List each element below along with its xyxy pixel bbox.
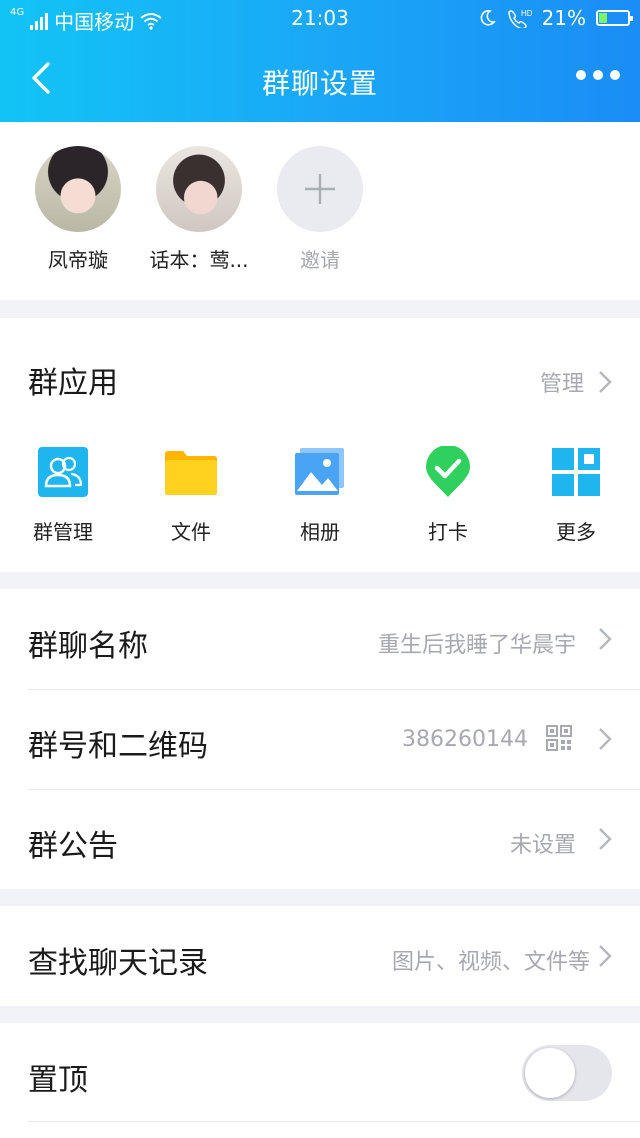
divider <box>28 1121 640 1122</box>
pin-row: 置顶 <box>0 1023 640 1123</box>
avatar[interactable] <box>156 146 242 232</box>
qr-code-icon <box>546 725 572 751</box>
app-label: 打卡 <box>428 520 468 544</box>
app-label: 相册 <box>300 520 340 544</box>
pin-label: 置顶 <box>28 1063 88 1098</box>
header: 4G 中国移动 21:03 HD 21% 群聊设置 <box>0 0 640 122</box>
svg-text:HD: HD <box>521 9 532 18</box>
search-history-section: 查找聊天记录 图片、视频、文件等 <box>0 906 640 1006</box>
pin-section: 置顶 <box>0 1023 640 1138</box>
group-name-row[interactable]: 群聊名称 重生后我睡了华晨宇 <box>0 589 640 689</box>
more-grid-icon <box>552 448 600 496</box>
member-list: 凤帝璇 话本：莺... 邀请 <box>0 122 640 300</box>
group-name-value: 重生后我睡了华晨宇 <box>377 633 576 658</box>
chevron-right-icon <box>599 828 612 850</box>
battery-icon <box>596 10 633 26</box>
page-title: 群聊设置 <box>261 67 378 100</box>
app-checkin[interactable]: 打卡 <box>398 445 498 545</box>
group-number-label: 群号和二维码 <box>28 729 208 764</box>
nav-bar: 群聊设置 <box>0 48 640 110</box>
group-notice-row[interactable]: 群公告 未设置 <box>0 789 640 889</box>
group-manage-icon <box>38 447 88 497</box>
manage-label: 管理 <box>539 372 584 397</box>
album-icon <box>295 448 344 495</box>
app-label: 更多 <box>556 520 596 544</box>
invite-label: 邀请 <box>300 248 340 272</box>
more-menu-icon[interactable] <box>576 70 620 80</box>
group-notice-label: 群公告 <box>28 829 118 864</box>
app-group-manage[interactable]: 群管理 <box>13 446 113 545</box>
manage-apps-button[interactable]: 管理 <box>540 366 612 398</box>
invite-member-button[interactable]: 邀请 <box>265 146 375 273</box>
member-item[interactable]: 话本：莺... <box>144 146 254 273</box>
folder-icon <box>165 451 217 495</box>
pin-toggle[interactable] <box>522 1045 612 1101</box>
chevron-right-icon <box>599 371 612 393</box>
avatar[interactable] <box>35 146 121 232</box>
search-history-hint: 图片、视频、文件等 <box>391 950 590 975</box>
moon-icon <box>480 10 496 26</box>
app-label: 文件 <box>171 520 211 544</box>
group-notice-value: 未设置 <box>509 833 576 858</box>
status-bar: 4G 中国移动 21:03 HD 21% <box>0 0 640 34</box>
group-number-value: 386260144 <box>402 727 528 752</box>
chevron-right-icon <box>599 628 612 650</box>
plus-icon[interactable] <box>277 146 363 232</box>
checkin-icon <box>426 445 470 497</box>
chevron-right-icon <box>599 945 612 967</box>
group-name-label: 群聊名称 <box>28 629 148 664</box>
group-number-row[interactable]: 群号和二维码 386260144 <box>0 689 640 789</box>
group-apps-title: 群应用 <box>28 366 118 401</box>
member-item[interactable]: 凤帝璇 <box>23 146 133 273</box>
app-label: 群管理 <box>33 520 93 544</box>
battery-percent: 21% <box>541 6 586 30</box>
app-files[interactable]: 文件 <box>141 446 241 545</box>
search-history-label: 查找聊天记录 <box>28 946 208 981</box>
search-history-row[interactable]: 查找聊天记录 图片、视频、文件等 <box>0 906 640 1006</box>
member-name: 话本：莺... <box>149 248 249 272</box>
group-info-section: 群聊名称 重生后我睡了华晨宇 群号和二维码 386260144 群公告 未设置 <box>0 589 640 889</box>
group-apps-section: 群应用 管理 群管理 文件 相册 打卡 更多 <box>0 318 640 572</box>
toggle-knob <box>525 1048 575 1098</box>
app-more[interactable]: 更多 <box>526 446 626 545</box>
hd-call-icon: HD <box>507 9 532 28</box>
member-name: 凤帝璇 <box>48 248 108 272</box>
chevron-right-icon <box>599 728 612 750</box>
app-album[interactable]: 相册 <box>270 446 370 545</box>
